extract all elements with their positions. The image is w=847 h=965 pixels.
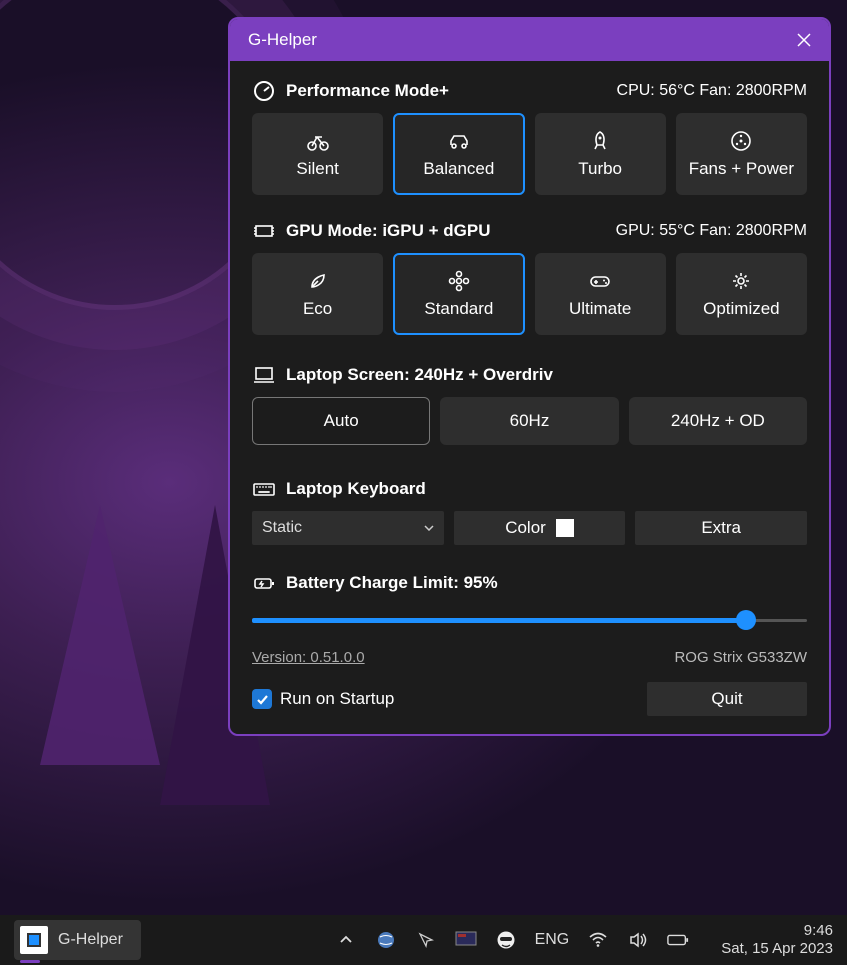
check-icon: [256, 693, 269, 706]
chevron-up-icon: [339, 933, 353, 947]
gpu-mode-optimized[interactable]: Optimized: [676, 253, 807, 335]
tray-overflow-arrow[interactable]: [335, 929, 357, 951]
close-icon: [797, 33, 811, 47]
car-icon: [447, 129, 471, 153]
color-swatch: [556, 519, 574, 537]
gpu-chip-icon: [252, 219, 276, 243]
monitor-icon: [455, 931, 477, 949]
window-title: G-Helper: [248, 30, 317, 50]
screen-mode-60hz[interactable]: 60Hz: [440, 397, 618, 445]
volume-icon: [628, 931, 648, 949]
tray-app-icon[interactable]: [375, 929, 397, 951]
tray-monitor-icon[interactable]: [455, 929, 477, 951]
tray-wifi-icon[interactable]: [587, 929, 609, 951]
tray-volume-icon[interactable]: [627, 929, 649, 951]
quit-button[interactable]: Quit: [647, 682, 807, 716]
perf-mode-silent[interactable]: Silent: [252, 113, 383, 195]
cursor-icon: [417, 931, 435, 949]
perf-mode-balanced[interactable]: Balanced: [393, 113, 524, 195]
titlebar[interactable]: G-Helper: [230, 19, 829, 61]
rocket-icon: [588, 129, 612, 153]
taskbar-app-ghelper[interactable]: G-Helper: [14, 920, 141, 960]
keyboard-heading: Laptop Keyboard: [286, 479, 426, 499]
gpu-heading: GPU Mode: iGPU + dGPU: [286, 221, 491, 241]
battery-heading: Battery Charge Limit: 95%: [286, 573, 498, 593]
sparkle-icon: [729, 269, 753, 293]
flower-icon: [447, 269, 471, 293]
app-window: G-Helper Performance Mode+ CPU: 56°C Fan…: [228, 17, 831, 736]
gauge-icon: [252, 79, 276, 103]
screen-mode-auto[interactable]: Auto: [252, 397, 430, 445]
gpu-mode-eco[interactable]: Eco: [252, 253, 383, 335]
globe-icon: [376, 930, 396, 950]
gpu-status: GPU: 55°C Fan: 2800RPM: [616, 222, 807, 240]
checkbox-box: [252, 689, 272, 709]
chevron-down-icon: [424, 525, 434, 531]
face-icon: [496, 930, 516, 950]
screen-mode-240hz-od[interactable]: 240Hz + OD: [629, 397, 807, 445]
tray-agent-icon[interactable]: [495, 929, 517, 951]
fan-icon: [729, 129, 753, 153]
keyboard-mode-select[interactable]: Static: [252, 511, 444, 545]
gamepad-icon: [588, 269, 612, 293]
run-on-startup-checkbox[interactable]: Run on Startup: [252, 689, 394, 709]
perf-heading: Performance Mode+: [286, 81, 449, 101]
tray-language[interactable]: ENG: [535, 931, 570, 949]
taskbar-app-icon: [20, 926, 48, 954]
device-model: ROG Strix G533ZW: [674, 649, 807, 666]
perf-status: CPU: 56°C Fan: 2800RPM: [617, 82, 807, 100]
keyboard-extra-button[interactable]: Extra: [635, 511, 807, 545]
tray-cursor-icon[interactable]: [415, 929, 437, 951]
close-button[interactable]: [789, 25, 819, 55]
perf-mode-fans[interactable]: Fans + Power: [676, 113, 807, 195]
leaf-icon: [306, 269, 330, 293]
tray-battery-icon[interactable]: [667, 929, 689, 951]
taskbar-clock[interactable]: 9:46 Sat, 15 Apr 2023: [721, 922, 833, 958]
battery-icon: [252, 571, 276, 595]
battery-slider[interactable]: [252, 605, 807, 635]
battery-status-icon: [667, 932, 689, 948]
wifi-icon: [588, 932, 608, 948]
version-link[interactable]: Version: 0.51.0.0: [252, 649, 365, 666]
gpu-mode-ultimate[interactable]: Ultimate: [535, 253, 666, 335]
laptop-icon: [252, 363, 276, 387]
keyboard-color-button[interactable]: Color: [454, 511, 626, 545]
slider-thumb[interactable]: [736, 610, 756, 630]
keyboard-icon: [252, 477, 276, 501]
gpu-mode-standard[interactable]: Standard: [393, 253, 524, 335]
screen-heading: Laptop Screen: 240Hz + Overdriv: [286, 365, 553, 385]
perf-mode-turbo[interactable]: Turbo: [535, 113, 666, 195]
taskbar: G-Helper ENG 9:46 Sat, 15 Apr 2023: [0, 915, 847, 965]
bicycle-icon: [306, 129, 330, 153]
